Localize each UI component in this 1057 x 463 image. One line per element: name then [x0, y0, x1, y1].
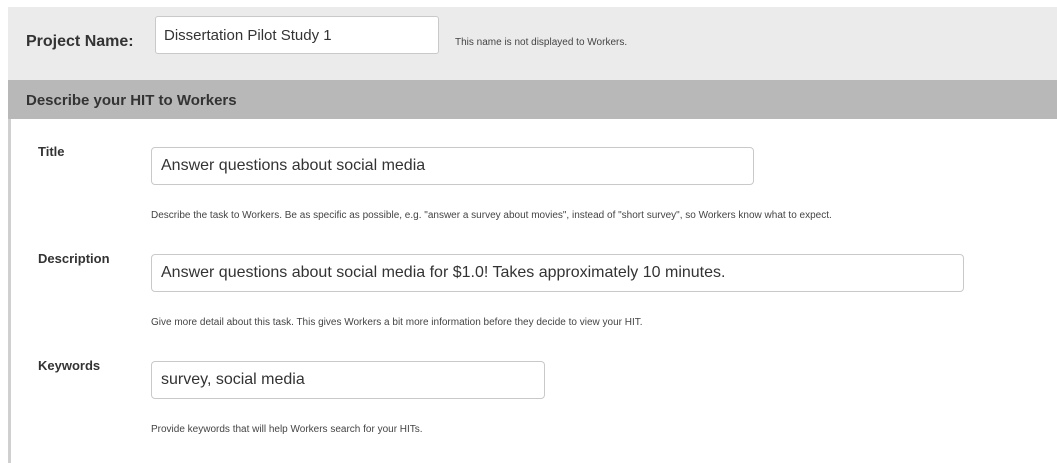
project-name-input[interactable] [155, 16, 439, 54]
title-label: Title [38, 144, 65, 159]
project-name-label: Project Name: [26, 33, 134, 50]
title-input[interactable] [151, 147, 754, 185]
description-label: Description [38, 251, 110, 266]
section-title: Describe your HIT to Workers [26, 92, 237, 109]
keywords-input[interactable] [151, 361, 545, 399]
hit-properties-form: Project Name: This name is not displayed… [8, 7, 1057, 463]
section-header: Describe your HIT to Workers [8, 80, 1057, 119]
keywords-label: Keywords [38, 358, 101, 373]
description-input[interactable] [151, 254, 964, 292]
description-hint: Give more detail about this task. This g… [151, 317, 643, 328]
keywords-hint: Provide keywords that will help Workers … [151, 424, 423, 435]
project-name-bar: Project Name: This name is not displayed… [8, 7, 1057, 80]
section-left-border [8, 119, 11, 463]
project-name-hint: This name is not displayed to Workers. [455, 37, 628, 48]
title-hint: Describe the task to Workers. Be as spec… [151, 210, 832, 221]
